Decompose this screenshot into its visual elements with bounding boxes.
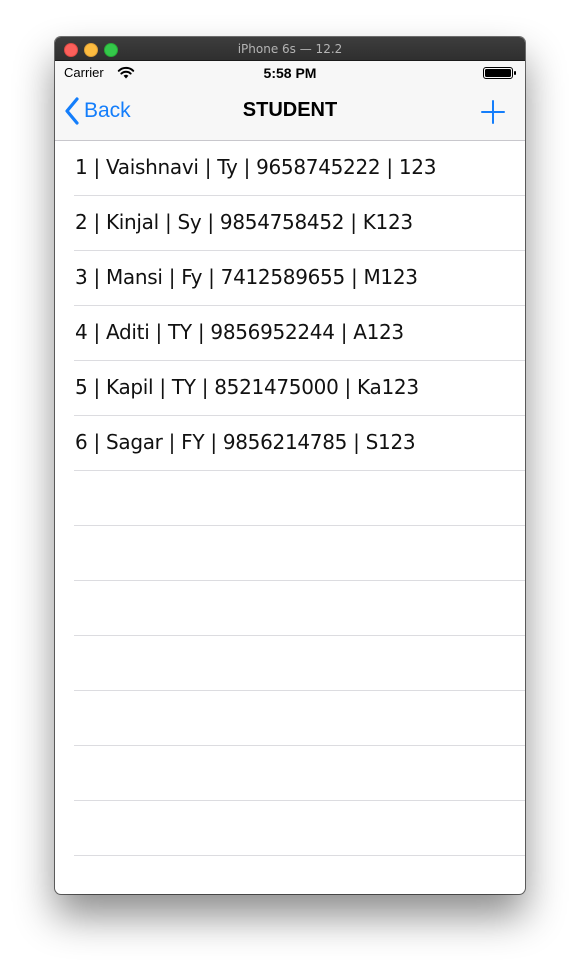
empty-table-row bbox=[74, 746, 525, 801]
plus-icon[interactable] bbox=[479, 98, 507, 126]
table-row[interactable]: 1 | Vaishnavi | Ty | 9658745222 | 123 bbox=[74, 141, 525, 196]
table-row[interactable]: 4 | Aditi | TY | 9856952244 | A123 bbox=[74, 306, 525, 361]
student-row-label: 5 | Kapil | TY | 8521475000 | Ka123 bbox=[75, 375, 419, 399]
navigation-bar: Back STUDENT bbox=[55, 83, 525, 141]
student-table: 1 | Vaishnavi | Ty | 9658745222 | 123 2 … bbox=[55, 141, 525, 856]
empty-table-row bbox=[74, 636, 525, 691]
window-titlebar[interactable]: iPhone 6s — 12.2 bbox=[55, 37, 525, 61]
empty-table-row bbox=[74, 581, 525, 636]
student-row-label: 3 | Mansi | Fy | 7412589655 | M123 bbox=[75, 265, 418, 289]
student-row-label: 2 | Kinjal | Sy | 9854758452 | K123 bbox=[75, 210, 413, 234]
table-row[interactable]: 3 | Mansi | Fy | 7412589655 | M123 bbox=[74, 251, 525, 306]
page-title: STUDENT bbox=[242, 99, 338, 121]
table-row[interactable]: 6 | Sagar | FY | 9856214785 | S123 bbox=[74, 416, 525, 471]
empty-table-row bbox=[74, 801, 525, 856]
status-time: 5:58 PM bbox=[263, 65, 317, 81]
student-row-label: 4 | Aditi | TY | 9856952244 | A123 bbox=[75, 320, 404, 344]
empty-table-row bbox=[74, 691, 525, 746]
table-row[interactable]: 2 | Kinjal | Sy | 9854758452 | K123 bbox=[74, 196, 525, 251]
empty-table-row bbox=[74, 526, 525, 581]
table-row[interactable]: 5 | Kapil | TY | 8521475000 | Ka123 bbox=[74, 361, 525, 416]
empty-table-row bbox=[74, 471, 525, 526]
student-row-label: 6 | Sagar | FY | 9856214785 | S123 bbox=[75, 430, 416, 454]
simulator-window: iPhone 6s — 12.2 Carrier 5:58 PM Back ST… bbox=[55, 37, 525, 894]
status-bar: Carrier 5:58 PM bbox=[55, 61, 525, 83]
battery-icon bbox=[483, 67, 516, 79]
window-title: iPhone 6s — 12.2 bbox=[237, 42, 343, 56]
student-row-label: 1 | Vaishnavi | Ty | 9658745222 | 123 bbox=[75, 155, 437, 179]
